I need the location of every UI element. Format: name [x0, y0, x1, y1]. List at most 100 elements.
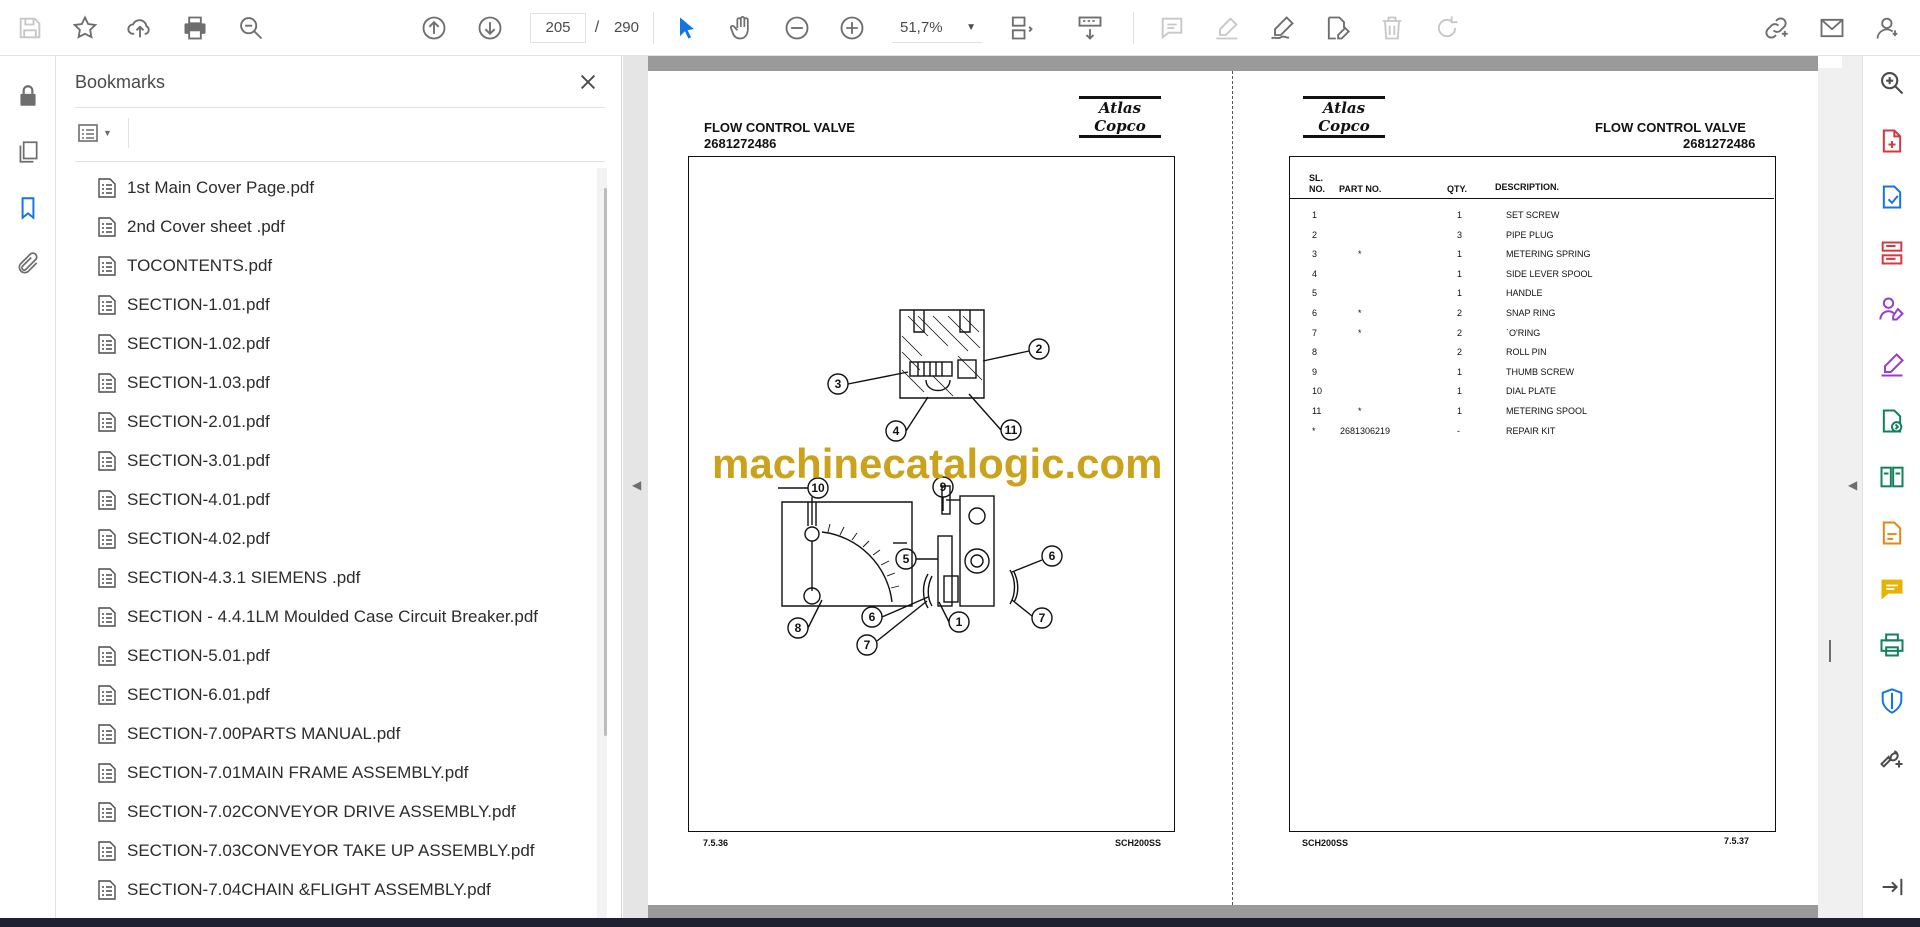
- cell-description: SET SCREW: [1506, 210, 1560, 220]
- upload-icon[interactable]: [122, 10, 158, 46]
- bookmark-item[interactable]: SECTION-4.01.pdf: [75, 480, 585, 519]
- share-link-icon[interactable]: [1758, 10, 1794, 46]
- left-nav-rail: [0, 56, 56, 918]
- lock-icon[interactable]: [10, 78, 46, 114]
- bookmark-item[interactable]: 2nd Cover sheet .pdf: [75, 207, 585, 246]
- request-signature-icon[interactable]: [1877, 294, 1907, 324]
- cell-sl: 9: [1312, 366, 1318, 377]
- chevron-down-icon: ▼: [103, 128, 112, 138]
- cell-qty: 1: [1457, 406, 1463, 416]
- cell-part-no: *: [1358, 406, 1362, 416]
- cell-sl: 4: [1312, 268, 1318, 279]
- page-layout-icon[interactable]: [1003, 10, 1039, 46]
- bookmark-item[interactable]: SECTION-3.01.pdf: [75, 441, 585, 480]
- bookmark-label: SECTION-4.02.pdf: [127, 528, 270, 548]
- organize-pages-icon[interactable]: [1877, 238, 1907, 268]
- print-production-icon[interactable]: [1877, 630, 1907, 660]
- panel-divider: [75, 161, 605, 162]
- bookmark-label: SECTION-1.02.pdf: [127, 333, 270, 353]
- cell-description: ROLL PIN: [1506, 347, 1547, 358]
- bookmark-item[interactable]: 1st Main Cover Page.pdf: [75, 168, 585, 207]
- bookmark-item[interactable]: SECTION-7.04CHAIN &FLIGHT ASSEMBLY.pdf: [75, 870, 585, 909]
- select-arrow-icon[interactable]: [669, 10, 705, 46]
- bookmarks-icon[interactable]: [10, 190, 46, 226]
- bookmark-item[interactable]: SECTION-1.02.pdf: [75, 324, 585, 363]
- current-page-input[interactable]: 205: [530, 13, 586, 43]
- callout-label: 7: [1039, 611, 1046, 625]
- zoom-search-icon[interactable]: [233, 10, 269, 46]
- zoom-level-select[interactable]: 51,7% ▼: [892, 13, 982, 43]
- right-page-title: FLOW CONTROL VALVE: [1595, 120, 1746, 135]
- right-page-footer-number: 7.5.37: [1724, 836, 1750, 846]
- bookmark-item[interactable]: SECTION-7.02CONVEYOR DRIVE ASSEMBLY.pdf: [75, 792, 585, 831]
- close-icon[interactable]: [574, 68, 602, 96]
- bookmark-page-icon: [98, 333, 116, 354]
- bookmark-scroll-thumb[interactable]: [604, 188, 607, 736]
- bookmark-item[interactable]: SECTION - 4.4.1LM Moulded Case Circuit B…: [75, 597, 585, 636]
- bookmark-list: 1st Main Cover Page.pdf 2nd Cover sheet .…: [75, 168, 585, 918]
- bookmark-label: SECTION-4.01.pdf: [127, 489, 270, 509]
- bookmarks-panel: Bookmarks ▼ 1st Main Cover Page.pdf 2nd C…: [56, 56, 622, 918]
- delete-icon[interactable]: [1374, 10, 1410, 46]
- right-page-part-number: 2681272486: [1683, 136, 1756, 151]
- bookmark-page-icon: [98, 684, 116, 705]
- bookmark-label: TOCONTENTS.pdf: [127, 255, 273, 275]
- compare-files-icon[interactable]: [1877, 462, 1907, 492]
- edit-pdf-icon[interactable]: [1877, 518, 1907, 548]
- collapse-left-panel-icon[interactable]: ◀: [632, 478, 641, 492]
- attachment-icon[interactable]: [10, 246, 46, 282]
- email-icon[interactable]: [1814, 10, 1850, 46]
- zoom-in-icon[interactable]: [834, 10, 870, 46]
- bookmark-item[interactable]: SECTION-7.01MAIN FRAME ASSEMBLY.pdf: [75, 753, 585, 792]
- protect-icon[interactable]: [1877, 686, 1907, 716]
- bookmark-page-icon: [98, 411, 116, 432]
- page-thumbnails-icon[interactable]: [10, 134, 46, 170]
- bookmark-item[interactable]: TOCONTENTS.pdf: [75, 246, 585, 285]
- star-icon[interactable]: [67, 10, 103, 46]
- bookmark-label: SECTION-5.01.pdf: [127, 645, 270, 665]
- cell-qty: 3: [1457, 229, 1463, 240]
- fill-sign-icon[interactable]: [1877, 350, 1907, 380]
- bookmark-item[interactable]: SECTION-2.01.pdf: [75, 402, 585, 441]
- export-pdf-icon[interactable]: [1877, 182, 1907, 212]
- cell-qty: 2: [1457, 308, 1463, 318]
- callout-label: 5: [903, 552, 910, 566]
- page-down-icon[interactable]: [472, 10, 508, 46]
- bookmark-item[interactable]: SECTION-7.03CONVEYOR TAKE UP ASSEMBLY.pd…: [75, 831, 585, 870]
- comment-icon[interactable]: [1154, 10, 1190, 46]
- print-icon[interactable]: [177, 10, 213, 46]
- more-tools-icon[interactable]: [1877, 742, 1907, 772]
- bookmark-label: SECTION - 4.4.1LM Moulded Case Circuit B…: [127, 606, 538, 626]
- sign-icon[interactable]: [1264, 10, 1300, 46]
- zoom-out-icon[interactable]: [779, 10, 815, 46]
- collapse-right-panel-icon[interactable]: ◀: [1848, 478, 1857, 492]
- create-pdf-icon[interactable]: [1877, 126, 1907, 156]
- bookmark-item[interactable]: SECTION-4.02.pdf: [75, 519, 585, 558]
- callout-label: 11: [1005, 423, 1018, 437]
- zoom-search-icon[interactable]: [1877, 68, 1907, 98]
- list-options-icon: [78, 124, 98, 142]
- edit-icon[interactable]: [1319, 10, 1355, 46]
- hand-icon[interactable]: [724, 10, 760, 46]
- bookmark-item[interactable]: SECTION-6.01.pdf: [75, 675, 585, 714]
- col-header-part-no: PART NO.: [1339, 184, 1382, 194]
- bookmark-item[interactable]: SECTION-1.03.pdf: [75, 363, 585, 402]
- account-icon[interactable]: [1870, 10, 1906, 46]
- comment-tool-icon[interactable]: [1877, 574, 1907, 604]
- bookmark-item[interactable]: SECTION-5.01.pdf: [75, 636, 585, 675]
- scroll-mode-icon[interactable]: [1072, 10, 1108, 46]
- atlas-copco-logo: Atlas Copco: [1303, 96, 1385, 138]
- table-row: 4 1 SIDE LEVER SPOOL: [1290, 265, 1770, 284]
- redo-icon[interactable]: [1429, 10, 1465, 46]
- save-icon[interactable]: [12, 10, 48, 46]
- bookmark-item[interactable]: SECTION-7.00PARTS MANUAL.pdf: [75, 714, 585, 753]
- bookmark-options-button[interactable]: ▼: [75, 118, 121, 148]
- bookmark-item[interactable]: SECTION-4.3.1 SIEMENS .pdf: [75, 558, 585, 597]
- scroll-position-indicator[interactable]: [1829, 640, 1831, 662]
- highlight-icon[interactable]: [1209, 10, 1245, 46]
- send-for-review-icon[interactable]: [1877, 406, 1907, 436]
- callout-label: 2: [1036, 342, 1043, 356]
- collapse-tools-icon[interactable]: [1877, 872, 1907, 902]
- bookmark-item[interactable]: SECTION-1.01.pdf: [75, 285, 585, 324]
- page-up-icon[interactable]: [416, 10, 452, 46]
